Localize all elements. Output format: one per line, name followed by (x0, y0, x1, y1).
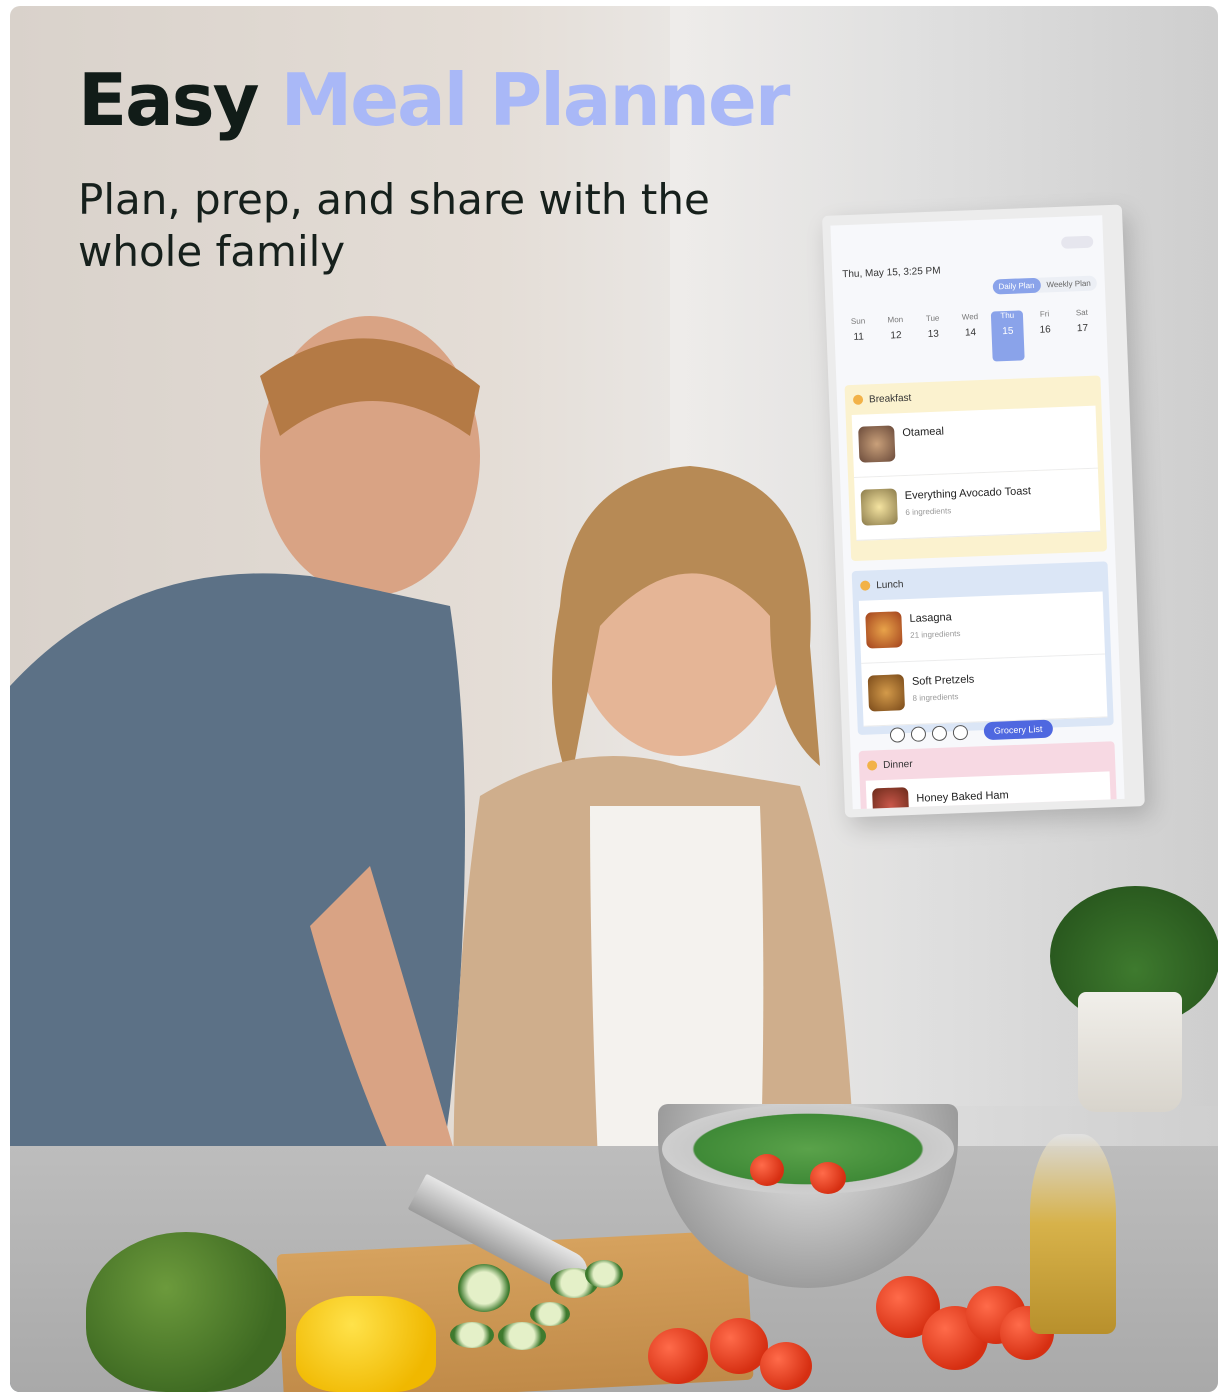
breakfast-section: Breakfast Otameal Everything Avocado Toa… (844, 375, 1108, 562)
broccoli (86, 1232, 286, 1392)
meal-ingredients: 8 ingredients (912, 692, 959, 703)
meal-ingredients: 6 ingredients (905, 506, 952, 518)
sun-icon (852, 394, 864, 405)
day-wed[interactable]: Wed 14 (954, 312, 988, 363)
day-tue[interactable]: Tue 13 (917, 313, 951, 364)
subtitle: Plan, prep, and share with the whole fam… (78, 175, 710, 276)
meal-name: Everything Avocado Toast (904, 485, 1032, 503)
salad (662, 1104, 954, 1194)
cucumber-slice (458, 1264, 510, 1312)
meal-ingredients: 21 ingredients (909, 628, 961, 640)
daily-plan-tab[interactable]: Daily Plan (992, 277, 1041, 295)
day-sun[interactable]: Sun 11 (842, 316, 876, 367)
day-num: 11 (853, 331, 865, 343)
tomato (750, 1154, 784, 1186)
tomato (760, 1342, 812, 1390)
day-sat[interactable]: Sat 17 (1066, 307, 1100, 358)
day-name: Sun (850, 316, 866, 326)
meal-item[interactable]: Everything Avocado Toast 6 ingredients (854, 468, 1101, 541)
day-num: 15 (1002, 325, 1014, 338)
tablet-datetime: Thu, May 15, 3:25 PM (842, 265, 941, 281)
meal-name: Otameal (902, 425, 945, 440)
day-mon[interactable]: Mon 12 (879, 315, 913, 366)
cucumber-slice (498, 1322, 546, 1350)
tomato (648, 1328, 708, 1384)
snack-icon[interactable] (952, 724, 969, 740)
cucumber-slice (450, 1322, 494, 1348)
day-name: Thu (1000, 310, 1015, 321)
day-name: Fri (1039, 309, 1050, 319)
day-num: 12 (890, 330, 902, 342)
dinner-section: Dinner Honey Baked Ham (858, 741, 1118, 810)
egg-icon[interactable] (889, 726, 906, 743)
salad-icon[interactable] (931, 725, 948, 741)
plant-pot (1078, 992, 1182, 1112)
tomato (810, 1162, 846, 1194)
day-num: 16 (1039, 324, 1051, 336)
kitchen-photo: Easy Meal Planner Plan, prep, and share … (10, 6, 1218, 1392)
day-fri[interactable]: Fri 16 (1028, 309, 1062, 360)
weekly-plan-tab[interactable]: Weekly Plan (1040, 276, 1097, 293)
yellow-pepper (296, 1296, 436, 1392)
meal-name: Soft Pretzels (911, 673, 975, 688)
meal-thumbnail (858, 425, 896, 463)
headline: Easy Meal Planner (78, 64, 790, 136)
olive-oil-bottle (1030, 1134, 1116, 1334)
day-num: 17 (1076, 322, 1089, 335)
meal-name: Honey Baked Ham (916, 789, 1009, 805)
burger-icon[interactable] (910, 725, 927, 742)
breakfast-title: Breakfast (868, 392, 912, 405)
meal-name: Lasagna (909, 611, 952, 625)
day-name: Wed (961, 312, 979, 322)
day-name: Tue (925, 313, 940, 324)
week-strip: Sun 11 Mon 12 Tue 13 Wed 14 Thu 15 Fri 16 Sat 1… (842, 307, 1100, 367)
status-icons (1060, 235, 1094, 249)
day-name: Mon (887, 314, 904, 325)
headline-part1: Easy (78, 58, 260, 142)
cucumber-slice (585, 1260, 623, 1288)
cucumber-slice (530, 1302, 570, 1326)
lunch-section: Lunch Lasagna 21 ingredients Soft Pretze… (851, 561, 1114, 736)
day-thu-selected[interactable]: Thu 15 (991, 310, 1026, 362)
grocery-list-button[interactable]: Grocery List (983, 719, 1053, 741)
lunch-title: Lunch (876, 578, 904, 591)
day-num: 14 (964, 327, 977, 339)
meal-item[interactable]: Lasagna 21 ingredients (858, 591, 1106, 664)
view-toggle: Daily Plan Weekly Plan (992, 275, 1098, 295)
headline-accent: Meal Planner (280, 58, 791, 142)
meal-item[interactable]: Otameal (851, 405, 1098, 478)
day-num: 13 (927, 328, 940, 341)
dinner-title: Dinner (882, 758, 913, 771)
day-name: Sat (1075, 307, 1089, 318)
